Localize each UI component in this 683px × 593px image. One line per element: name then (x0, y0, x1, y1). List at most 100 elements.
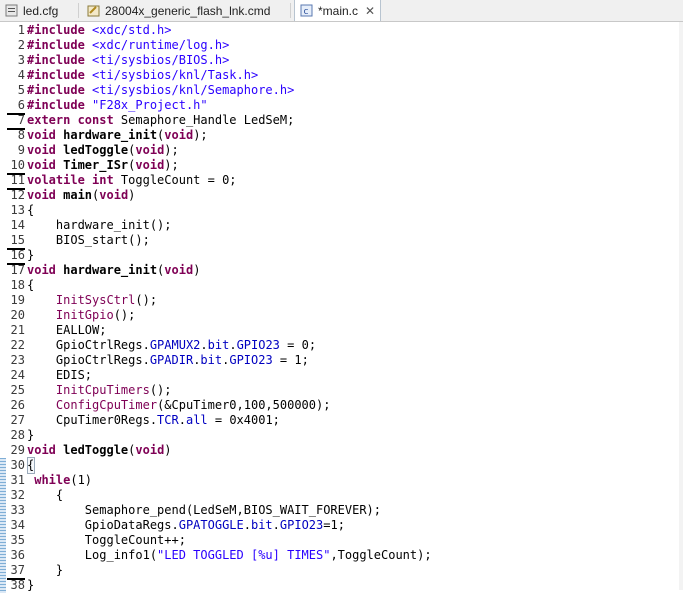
tab-28004x-generic-flash-lnk-cmd[interactable]: 28004x_generic_flash_lnk.cmd (86, 0, 270, 21)
line-code: extern const Semaphore_Handle LedSeM; (27, 113, 294, 128)
line-code: EDIS; (27, 368, 92, 383)
code-token: (); (149, 383, 172, 397)
line-code: ToggleCount++; (27, 533, 186, 548)
code-token: } (27, 248, 35, 262)
code-token: (); (135, 293, 158, 307)
code-token: bit (250, 518, 273, 532)
code-token: "F28x_Project.h" (92, 98, 208, 112)
code-token: EALLOW; (27, 323, 107, 337)
code-token: . (272, 518, 280, 532)
change-marker (0, 563, 6, 578)
line-code: InitSysCtrl(); (27, 293, 157, 308)
code-token: { (27, 203, 35, 217)
line-number: 8 (17, 128, 25, 142)
vertical-scrollbar[interactable] (679, 22, 683, 590)
code-token: all (185, 413, 208, 427)
code-token: #include (27, 38, 93, 52)
line-code: void hardware_init(void); (27, 128, 208, 143)
code-line[interactable]: 14 hardware_init(); (0, 218, 683, 233)
code-token: void (99, 188, 129, 202)
code-line[interactable]: 24 EDIS; (0, 368, 683, 383)
code-line[interactable]: 8 void hardware_init(void); (0, 128, 683, 143)
line-code: void ledToggle(void); (27, 143, 179, 158)
code-token: ) (164, 443, 172, 457)
code-line[interactable]: 38} (0, 578, 683, 593)
code-token: <ti/sysbios/knl/Task.h> (92, 68, 259, 82)
code-token: { (27, 488, 64, 502)
tab-main-c[interactable]: c *main.c ✕ (294, 0, 382, 21)
code-line[interactable]: 26 ConfigCpuTimer(&CpuTimer0,100,500000)… (0, 398, 683, 413)
code-line[interactable]: 21 EALLOW; (0, 323, 683, 338)
change-marker (0, 533, 6, 548)
code-token: #include (27, 68, 93, 82)
code-token: void (135, 158, 165, 172)
code-line[interactable]: 11 volatile int ToggleCount = 0; (0, 173, 683, 190)
code-token: void (135, 143, 165, 157)
code-line[interactable]: 5 #include <ti/sysbios/knl/Semaphore.h> (0, 83, 683, 98)
line-code: { (27, 488, 63, 503)
code-token: ToggleCount = 0; (120, 173, 237, 187)
code-line[interactable]: 35 ToggleCount++; (0, 533, 683, 548)
code-token: } (27, 563, 64, 577)
code-token: ledToggle (63, 443, 129, 457)
code-token: Semaphore_pend(LedSeM,BIOS_WAIT_FOREVER)… (27, 503, 382, 517)
code-line[interactable]: 19 InitSysCtrl(); (0, 293, 683, 308)
line-code: GpioCtrlRegs.GPADIR.bit.GPIO23 = 1; (27, 353, 309, 368)
code-line[interactable]: 6 #include "F28x_Project.h" (0, 98, 683, 115)
code-token: #include (27, 23, 93, 37)
code-line[interactable]: 25 InitCpuTimers(); (0, 383, 683, 398)
code-line[interactable]: 3 #include <ti/sysbios/BIOS.h> (0, 53, 683, 68)
code-line[interactable]: 12 void main(void) (0, 188, 683, 203)
code-token: ); (164, 143, 179, 157)
code-token: { (27, 278, 35, 292)
code-line[interactable]: 34 GpioDataRegs.GPATOGGLE.bit.GPIO23=1; (0, 518, 683, 533)
code-token: . (243, 518, 251, 532)
code-line[interactable]: 31 while(1) (0, 473, 683, 488)
code-line[interactable]: 20 InitGpio(); (0, 308, 683, 323)
code-token: volatile int (27, 173, 121, 187)
line-code: } (27, 578, 34, 593)
line-code: InitCpuTimers(); (27, 383, 172, 398)
code-token: (); (113, 308, 136, 322)
tab-led-cfg[interactable]: led.cfg (4, 0, 58, 21)
code-line[interactable]: 22 GpioCtrlRegs.GPAMUX2.bit.GPIO23 = 0; (0, 338, 683, 353)
line-number: 9 (17, 143, 25, 157)
code-line[interactable]: 10 void Timer_ISr(void); (0, 158, 683, 175)
line-code: #include <xdc/runtime/log.h> (27, 38, 229, 53)
tab-label: *main.c (318, 3, 359, 18)
code-line[interactable]: 1 #include <xdc/std.h> (0, 23, 683, 38)
code-editor[interactable]: 1 #include <xdc/std.h> 2 #include <xdc/runt… (0, 22, 683, 593)
code-line[interactable]: 15 BIOS_start(); (0, 233, 683, 250)
code-line[interactable]: 7 extern const Semaphore_Handle LedSeM; (0, 113, 683, 130)
code-line[interactable]: 32 { (0, 488, 683, 503)
code-line[interactable]: 17 void hardware_init(void) (0, 263, 683, 278)
code-line[interactable]: 16} (0, 248, 683, 265)
code-line[interactable]: 13{ (0, 203, 683, 218)
code-token: void (164, 128, 194, 142)
line-code: #include <xdc/std.h> (27, 23, 172, 38)
line-number: 2 (17, 38, 25, 52)
code-line[interactable]: 37 } (0, 563, 683, 580)
line-code: BIOS_start(); (27, 233, 150, 248)
code-line[interactable]: 29 void ledToggle(void) (0, 443, 683, 458)
code-line[interactable]: 30{ (0, 458, 683, 473)
code-line[interactable]: 2 #include <xdc/runtime/log.h> (0, 38, 683, 53)
code-line[interactable]: 27 CpuTimer0Regs.TCR.all = 0x4001; (0, 413, 683, 428)
code-line[interactable]: 4 #include <ti/sysbios/knl/Task.h> (0, 68, 683, 83)
code-token: InitCpuTimers (55, 383, 150, 397)
code-token: Log_info1( (27, 548, 158, 562)
code-line[interactable]: 36 Log_info1("LED TOGGLED [%u] TIMES",To… (0, 548, 683, 563)
code-token: GpioCtrlRegs. (27, 353, 150, 367)
code-line[interactable]: 28} (0, 428, 683, 443)
code-line[interactable]: 18{ (0, 278, 683, 293)
code-line[interactable]: 9 void ledToggle(void); (0, 143, 683, 158)
code-line[interactable]: 23 GpioCtrlRegs.GPADIR.bit.GPIO23 = 1; (0, 353, 683, 368)
code-line[interactable]: 33 Semaphore_pend(LedSeM,BIOS_WAIT_FOREV… (0, 503, 683, 518)
tab-label: 28004x_generic_flash_lnk.cmd (105, 3, 271, 18)
code-token: GPIO23 (279, 518, 324, 532)
code-token: void (27, 263, 64, 277)
line-number: 25 (10, 383, 25, 397)
line-number: 17 (10, 263, 25, 277)
close-icon[interactable]: ✕ (364, 4, 376, 18)
